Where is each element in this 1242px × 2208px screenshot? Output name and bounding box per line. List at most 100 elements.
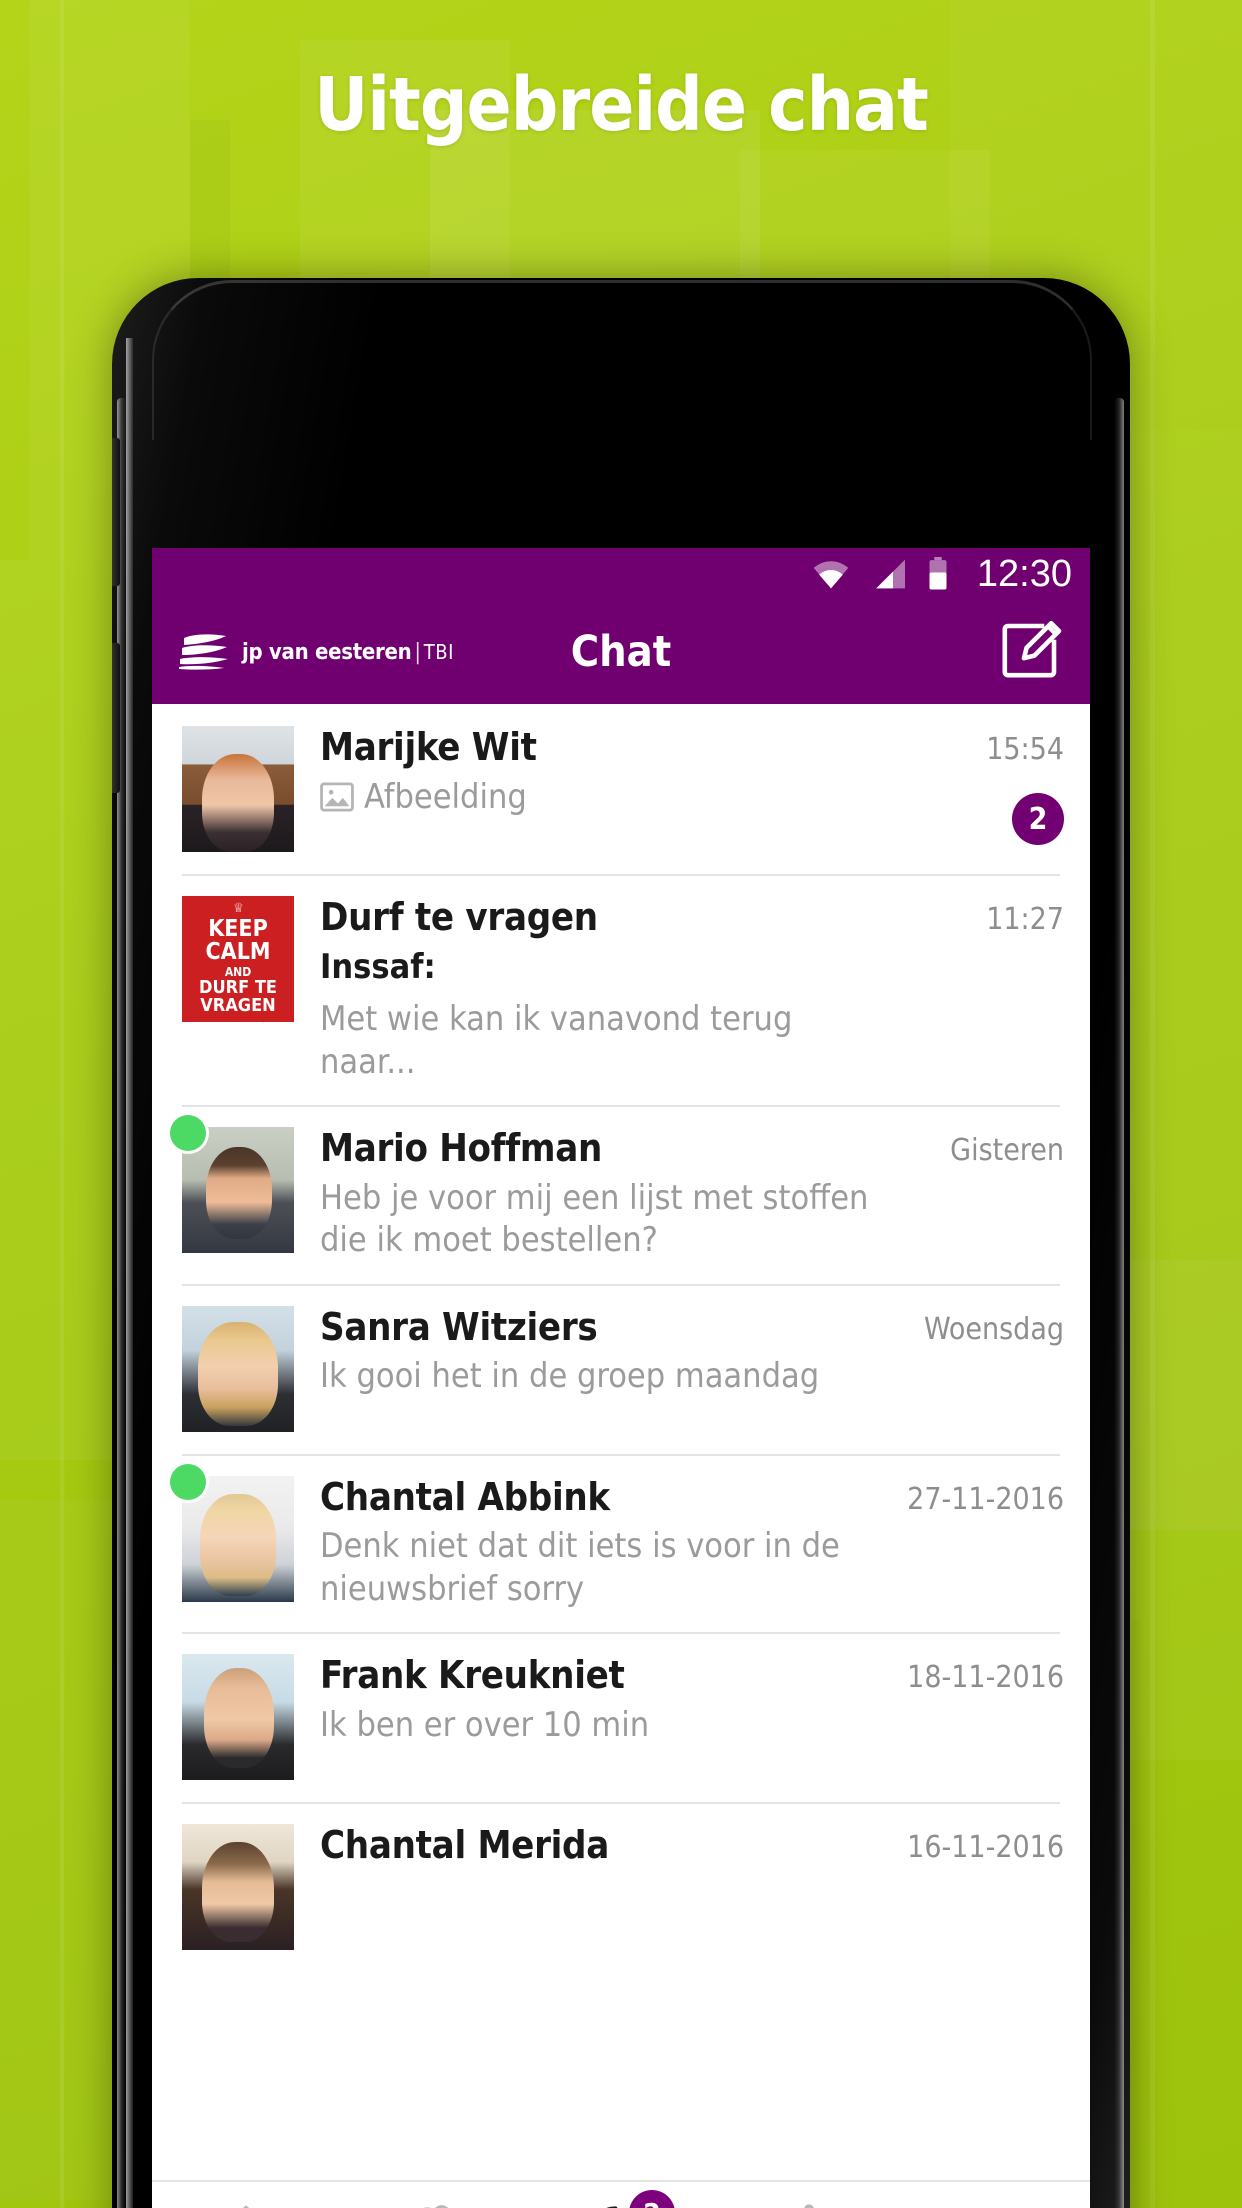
app-bar: jp van eesteren | TBI Chat <box>152 600 1090 704</box>
image-attachment-icon <box>320 776 354 823</box>
nav-item-chat[interactable]: 2 Chat <box>527 2182 715 2208</box>
brand-name: jp van eesteren | TBI <box>242 640 454 665</box>
avatar <box>182 1824 294 1951</box>
phone-screen: 12:30 jp van eesteren | TBI Chat Marijke… <box>152 548 1090 2208</box>
chat-time: 11:27 <box>986 902 1064 937</box>
chat-preview-text: Denk niet dat dit iets is voor in de nie… <box>320 1526 840 1609</box>
chat-list-item[interactable]: ♕ KEEP CALM AND DURF TE VRAGEN Durf te v… <box>152 874 1090 1105</box>
avatar-wrapper <box>182 726 294 852</box>
avatar <box>182 726 294 852</box>
chat-right: 15:54 2 <box>884 726 1064 852</box>
chat-time: 16-11-2016 <box>907 1830 1064 1866</box>
chat-name: Chantal Merida <box>320 1823 609 1868</box>
chat-time: 18-11-2016 <box>907 1660 1064 1696</box>
home-icon <box>217 2200 275 2208</box>
status-time: 12:30 <box>976 553 1072 595</box>
nav-item-mensen[interactable]: Mensen <box>340 2182 528 2208</box>
chat-preview-sender: Inssaf: <box>320 946 436 987</box>
chat-meta: Frank Kreukniet Ik ben er over 10 min <box>294 1654 884 1780</box>
chat-time: Gisteren <box>950 1133 1064 1169</box>
chat-time: 27-11-2016 <box>907 1481 1064 1517</box>
phone-bezel-top-curve <box>152 280 1092 440</box>
chat-list-item[interactable]: Marijke Wit Afbeelding 15:54 2 <box>152 704 1090 874</box>
chat-meta: Chantal Abbink Denk niet dat dit iets is… <box>294 1476 884 1611</box>
people-icon <box>402 2200 464 2208</box>
chat-list-item[interactable]: Frank Kreukniet Ik ben er over 10 min 18… <box>152 1632 1090 1802</box>
compose-button[interactable] <box>1000 618 1064 687</box>
chat-preview-text: Afbeelding <box>364 776 527 817</box>
background-line <box>60 0 64 2208</box>
avatar: ♕ KEEP CALM AND DURF TE VRAGEN <box>182 896 294 1022</box>
avatar-line-2: CALM <box>205 939 271 966</box>
status-bar: 12:30 <box>152 548 1090 600</box>
volume-up-button[interactable] <box>112 438 120 586</box>
chat-right: Gisteren <box>884 1127 1064 1262</box>
volume-down-button[interactable] <box>112 643 120 793</box>
avatar-line-and: AND <box>224 964 252 979</box>
chat-meta: Sanra Witziers Ik gooi het in de groep m… <box>294 1306 884 1432</box>
chat-list[interactable]: Marijke Wit Afbeelding 15:54 2 ♕ KEEP CA… <box>152 704 1090 2208</box>
chat-name: Frank Kreukniet <box>320 1653 625 1698</box>
chat-list-item[interactable]: Sanra Witziers Ik gooi het in de groep m… <box>152 1283 1090 1454</box>
nav-item-meer[interactable]: Meer <box>902 2182 1090 2208</box>
chat-name: Durf te vragen <box>320 895 598 939</box>
chat-right: 16-11-2016 <box>884 1824 1064 1950</box>
bell-icon <box>781 2200 837 2208</box>
chat-bubbles-icon: 2 <box>589 2190 675 2208</box>
chat-preview: Afbeelding <box>320 776 884 823</box>
chat-meta: Durf te vragen Inssaf: Met wie kan ik va… <box>294 896 884 1083</box>
chat-list-item[interactable]: Chantal Merida 16-11-2016 <box>152 1802 1090 1972</box>
jp-van-eesteren-logo-icon <box>178 632 230 672</box>
brand-separator: | <box>414 639 421 665</box>
chat-list-item[interactable]: Mario Hoffman Heb je voor mij een lijst … <box>152 1105 1090 1284</box>
chat-name: Chantal Abbink <box>320 1474 610 1519</box>
chat-right: 27-11-2016 <box>884 1476 1064 1611</box>
chat-right: Woensdag <box>884 1306 1064 1432</box>
chat-preview-text: Ik gooi het in de groep maandag <box>320 1356 820 1397</box>
chat-preview: Denk niet dat dit iets is voor in de nie… <box>320 1525 884 1610</box>
chat-time: Woensdag <box>923 1311 1064 1347</box>
avatar-wrapper: ♕ KEEP CALM AND DURF TE VRAGEN <box>182 896 294 1083</box>
chat-name: Marijke Wit <box>320 725 537 769</box>
avatar-wrapper <box>182 1305 294 1432</box>
wifi-icon <box>811 558 851 590</box>
bottom-navigation-bar: Home Mensen <box>152 2180 1090 2208</box>
avatar-wrapper <box>182 1654 294 1781</box>
signal-icon <box>871 558 907 590</box>
nav-unread-badge: 2 <box>628 2190 675 2208</box>
nav-item-home[interactable]: Home <box>152 2182 340 2208</box>
avatar-wrapper <box>170 1115 294 1262</box>
brand-unit: TBI <box>423 639 454 664</box>
chat-preview: Heb je voor mij een lijst met stoffen di… <box>320 1177 884 1262</box>
avatar-line-1: KEEP <box>208 915 268 942</box>
phone-bezel-highlight-left2 <box>126 338 133 2208</box>
unread-badge: 2 <box>1012 793 1064 845</box>
phone-mockup: 12:30 jp van eesteren | TBI Chat Marijke… <box>112 278 1130 2208</box>
avatar-crown: ♕ <box>233 901 243 917</box>
chat-right: 11:27 <box>884 896 1064 1083</box>
background-line <box>1150 0 1155 2208</box>
chat-preview-text: Met wie kan ik vanavond terug naar... <box>320 999 793 1082</box>
chat-meta: Mario Hoffman Heb je voor mij een lijst … <box>294 1127 884 1262</box>
chat-meta: Marijke Wit Afbeelding <box>294 726 884 852</box>
online-status-dot <box>170 1115 206 1152</box>
avatar <box>182 1305 294 1432</box>
chat-preview: Ik gooi het in de groep maandag <box>320 1355 884 1398</box>
compose-icon <box>1000 618 1064 687</box>
avatar-wrapper <box>170 1463 294 1611</box>
chat-meta: Chantal Merida <box>294 1824 884 1950</box>
phone-bezel-highlight-right <box>1114 398 1124 2208</box>
hamburger-icon <box>967 2200 1025 2208</box>
chat-preview: Inssaf: Met wie kan ik vanavond terug na… <box>320 946 884 1084</box>
chat-preview-text: Heb je voor mij een lijst met stoffen di… <box>320 1177 869 1261</box>
avatar-wrapper <box>182 1824 294 1951</box>
chat-preview-text: Ik ben er over 10 min <box>320 1704 650 1745</box>
online-status-dot <box>170 1463 206 1500</box>
battery-icon <box>927 557 949 591</box>
chat-name: Sanra Witziers <box>320 1304 598 1349</box>
brand-logo: jp van eesteren | TBI <box>178 632 454 672</box>
brand-name-text: jp van eesteren <box>242 639 412 665</box>
nav-item-notificaties[interactable]: Notificaties <box>715 2182 903 2208</box>
chat-list-item[interactable]: Chantal Abbink Denk niet dat dit iets is… <box>152 1453 1090 1633</box>
chat-preview: Ik ben er over 10 min <box>320 1704 884 1747</box>
